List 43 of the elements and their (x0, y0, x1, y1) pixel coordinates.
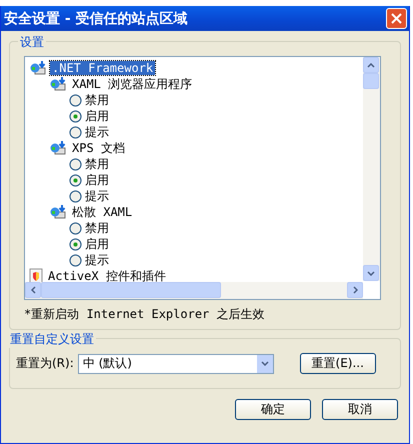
ok-button[interactable]: 确定 (235, 399, 311, 420)
option-label: 禁用 (85, 220, 109, 236)
option-label: 提示 (85, 124, 109, 140)
radio-button[interactable] (69, 238, 82, 250)
cancel-button[interactable]: 取消 (322, 399, 398, 420)
option-label: 启用 (85, 236, 109, 252)
option-label: 启用 (85, 172, 109, 188)
restart-note: *重新启动 Internet Explorer 之后生效 (24, 306, 266, 323)
option-label: 禁用 (85, 92, 109, 108)
tree-item[interactable]: 松散 XAML (70, 204, 134, 220)
option-label: 提示 (85, 188, 109, 204)
network-icon (49, 204, 67, 220)
group-label: 重置自定义设置 (8, 331, 96, 348)
tree-item[interactable]: XAML 浏览器应用程序 (70, 76, 194, 92)
radio-button[interactable] (69, 174, 82, 186)
close-icon (391, 13, 402, 24)
tree-item[interactable]: ActiveX 控件和插件 (46, 268, 168, 284)
network-icon (29, 60, 47, 76)
option-label: 提示 (85, 252, 109, 268)
radio-button[interactable] (69, 222, 82, 234)
radio-button[interactable] (69, 110, 82, 122)
radio-button[interactable] (69, 158, 82, 170)
shield-icon (29, 268, 43, 284)
network-icon (49, 140, 67, 156)
radio-button[interactable] (69, 190, 82, 202)
scroll-thumb[interactable] (363, 73, 379, 89)
tree-item[interactable]: XPS 文档 (70, 140, 127, 156)
close-button[interactable] (386, 8, 407, 29)
tree-item[interactable]: .NET Framework (50, 61, 156, 75)
reset-button[interactable]: 重置(E)... (300, 353, 376, 374)
vertical-scrollbar[interactable] (363, 57, 380, 281)
option-label: 启用 (85, 108, 109, 124)
reset-level-dropdown[interactable]: 中 (默认) (78, 354, 274, 374)
radio-button[interactable] (69, 126, 82, 138)
radio-button[interactable] (69, 254, 82, 266)
radio-button[interactable] (69, 94, 82, 106)
network-icon (49, 76, 67, 92)
window-title: 安全设置 - 受信任的站点区域 (4, 10, 188, 28)
horizontal-scrollbar[interactable] (25, 282, 363, 299)
scroll-thumb[interactable] (41, 282, 221, 298)
settings-tree[interactable]: .NET Framework XAML 浏览器应用程序 禁用 启用 提示 XPS 文档 禁用 启用 提示 松散 XAML 禁用 启用 提示 ActiveX 控件和插件 (24, 56, 381, 300)
option-label: 禁用 (85, 156, 109, 172)
reset-to-label: 重置为(R): (16, 355, 74, 372)
